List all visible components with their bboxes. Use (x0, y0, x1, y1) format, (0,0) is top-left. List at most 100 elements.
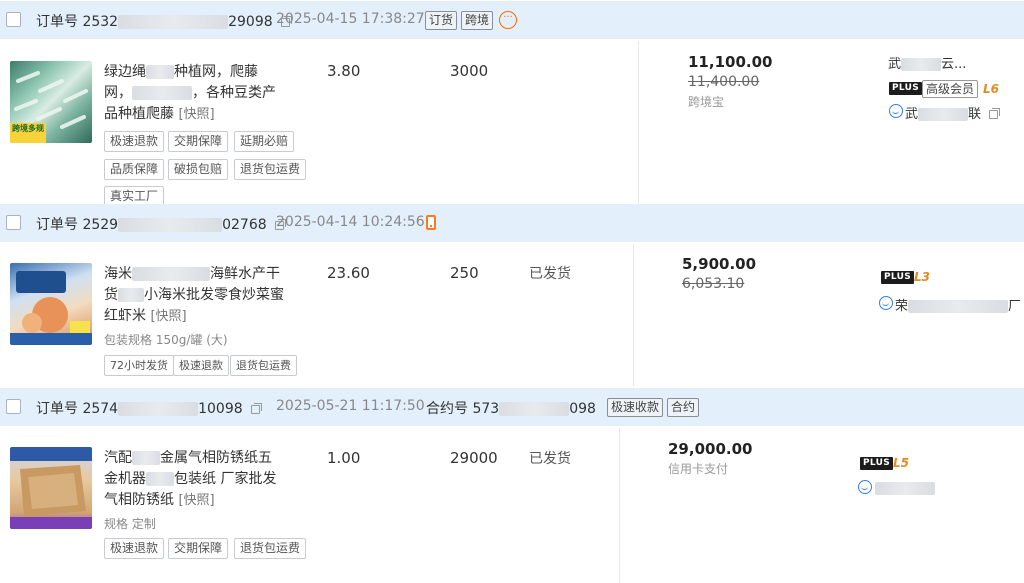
payment-method: 跨境宝 (688, 95, 725, 109)
order-tag: 合约 (667, 398, 700, 417)
snapshot-link[interactable]: [快照] (178, 493, 214, 508)
redacted-block (499, 402, 570, 416)
redacted-block (118, 15, 229, 29)
order-number-suffix: 10098 (198, 401, 243, 417)
order-tag: 极速收款 (607, 398, 664, 417)
mobile-phone-icon (426, 215, 436, 230)
service-tag: 交期保障 (168, 131, 229, 152)
order-total: 11,100.00 (688, 53, 773, 71)
contact-name[interactable]: 武联 (905, 103, 1001, 122)
unit-price: 23.60 (327, 264, 370, 282)
order-number-prefix: 2532 (82, 14, 119, 30)
order-number-prefix: 2574 (82, 401, 119, 417)
copy-icon[interactable] (989, 108, 1001, 119)
copy-icon[interactable] (251, 402, 263, 414)
wangwang-icon[interactable] (879, 296, 893, 310)
product-image-art (10, 271, 92, 345)
redacted-block (908, 300, 1009, 313)
order-header: 订单号 2574 10098 2025-05-21 11:17:50 合约号 57… (0, 388, 1024, 426)
redacted-block (118, 218, 223, 232)
service-tag: 破损包赔 (168, 159, 229, 180)
service-tag: 延期必赔 (234, 131, 295, 152)
contact-prefix: 荣 (895, 299, 909, 314)
service-tag: 退货包运费 (234, 159, 307, 180)
snapshot-link[interactable]: [快照] (178, 107, 214, 122)
buyer-name-suffix: 云... (941, 57, 967, 72)
payment-method: 信用卡支付 (668, 462, 729, 476)
redacted-block (132, 86, 192, 100)
service-tag: 72小时发货 (104, 355, 174, 376)
contact-suffix: 厂 (1008, 299, 1022, 314)
unit-price: 3.80 (327, 62, 361, 80)
plus-badge: PLUS (881, 271, 915, 284)
unit-price: 1.00 (327, 449, 361, 467)
wangwang-icon[interactable] (889, 104, 903, 118)
product-title-part: 绿边绳 (104, 64, 146, 80)
buyer-name-prefix: 武 (888, 57, 902, 72)
order-header: 订单号 2529 02768 2025-04-14 10:24:56 (0, 204, 1024, 242)
member-badge: 高级会员 (922, 80, 979, 98)
order-tag: 订货 (425, 11, 458, 30)
original-total: 6,053.10 (682, 276, 745, 292)
product-image-art (10, 447, 92, 529)
chat-bubble-icon[interactable]: ··· (499, 11, 517, 29)
service-tag: 交期保障 (168, 538, 229, 559)
service-tag: 退货包运费 (230, 355, 297, 376)
service-tag: 退货包运费 (234, 538, 307, 559)
product-image[interactable] (10, 263, 92, 345)
order-total: 5,900.00 (682, 255, 757, 273)
product-title-part: 汽配 (104, 450, 132, 466)
order-number-label: 订单号 (36, 401, 78, 417)
redacted-block (875, 482, 935, 495)
plus-badge: PLUS (889, 82, 923, 95)
order-checkbox[interactable] (6, 12, 21, 27)
redacted-block (146, 472, 174, 486)
order-time: 2025-04-15 17:38:27 (276, 11, 425, 27)
order-number: 订单号 2532 29098 (36, 11, 293, 31)
column-divider (619, 428, 620, 583)
redacted-block (901, 58, 942, 71)
order-checkbox[interactable] (6, 399, 21, 414)
plus-badge: PLUS (860, 457, 894, 470)
order-total: 29,000.00 (668, 440, 753, 458)
redacted-block (132, 451, 160, 465)
order-number-label: 订单号 (36, 217, 78, 233)
order-number-label: 订单号 (36, 14, 78, 30)
order-number-prefix: 2529 (82, 217, 119, 233)
contract-number-label: 合约号 (426, 401, 468, 417)
order-number: 订单号 2529 02768 (36, 214, 287, 234)
member-level: L5 (893, 456, 909, 470)
order-number-suffix: 29098 (228, 14, 273, 30)
redacted-block (918, 108, 969, 121)
contract-number-prefix: 573 (472, 401, 500, 417)
product-image[interactable] (10, 447, 92, 529)
service-tag: 极速退款 (173, 355, 229, 376)
order-checkbox[interactable] (6, 215, 21, 230)
member-level: L3 (914, 270, 930, 284)
service-tag: 极速退款 (104, 538, 165, 559)
contact-prefix: 武 (905, 107, 919, 122)
column-divider (638, 41, 639, 204)
column-divider (633, 244, 634, 386)
contract-number: 合约号 573 098 (426, 398, 596, 418)
order-tag: 跨境 (461, 11, 494, 30)
product-spec: 包装规格 150g/罐 (大) (104, 333, 228, 347)
product-title[interactable]: 汽配 金属气相防锈纸五金机器 包装纸 厂家批发气相防锈纸 [快照] (104, 448, 284, 511)
product-title[interactable]: 绿边绳 种植网，爬藤网， ，各种豆类产品种植爬藤 [快照] (104, 62, 284, 125)
order-header: 订单号 2532 29098 2025-04-15 17:38:27 订货 跨境 … (0, 1, 1024, 39)
order-status: 已发货 (529, 451, 571, 467)
snapshot-link[interactable]: [快照] (150, 309, 186, 324)
redacted-block (146, 65, 174, 79)
member-level: L6 (983, 82, 999, 96)
order-time: 2025-04-14 10:24:56 (276, 214, 425, 230)
product-spec: 规格 定制 (104, 517, 156, 531)
product-image[interactable]: 跨境多规 (10, 61, 92, 143)
quantity: 250 (450, 264, 479, 282)
contact-name[interactable]: 荣厂 (895, 295, 1021, 314)
order-number-suffix: 02768 (222, 217, 267, 233)
product-title[interactable]: 海米 海鲜水产干货 小海米批发零食炒菜蜜红虾米 [快照] (104, 264, 284, 327)
wangwang-icon[interactable] (858, 480, 872, 494)
order-number: 订单号 2574 10098 (36, 398, 263, 418)
buyer-name[interactable]: 武 云... (888, 53, 966, 72)
contract-number-suffix: 098 (569, 401, 596, 417)
